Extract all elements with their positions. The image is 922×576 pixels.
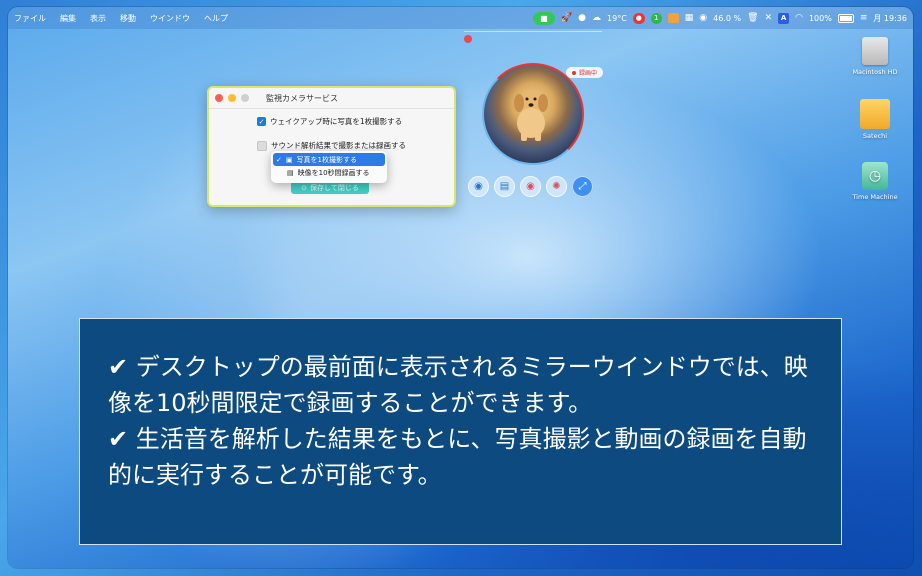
external-drive-icon <box>860 99 890 129</box>
minimize-button[interactable] <box>228 94 236 102</box>
window-title: 監視カメラサービス <box>266 93 338 103</box>
film-button[interactable]: ▤ <box>494 176 515 197</box>
record-dot-icon <box>572 70 576 75</box>
option-sound-label: サウンド解析結果で撮影または録画する <box>271 141 406 150</box>
grid-icon[interactable]: ▦ <box>685 13 694 23</box>
time-machine-icon: ◷ <box>862 162 888 190</box>
snapshot-button[interactable]: ◉ <box>468 176 489 197</box>
menu-window[interactable]: ウインドウ <box>150 13 190 24</box>
battery-percent[interactable]: 100% <box>809 14 832 23</box>
record-button[interactable]: ◉ <box>520 176 541 197</box>
dropdown-item-video-label: 映像を10秒間録画する <box>297 168 370 177</box>
desktop-icon-macintosh-hd[interactable]: Macintosh HD <box>840 37 910 76</box>
caption-line-2: ✔ 生活音を解析した結果をもとに、写真撮影と動画の録画を自動的に実行することが可… <box>108 425 807 489</box>
camera-icon: ▣ <box>285 155 293 164</box>
hard-drive-icon <box>862 37 888 65</box>
battery-icon[interactable] <box>837 13 854 23</box>
checkbox-wakeup[interactable]: ✓ <box>257 117 266 126</box>
camera-controls: ◉ ▤ ◉ ✺ ⤢ <box>468 176 593 197</box>
desktop-icon-time-machine[interactable]: ◷ Time Machine <box>840 162 910 201</box>
option-sound[interactable]: サウンド解析結果で撮影または録画する <box>257 140 406 151</box>
option-wakeup[interactable]: ✓ ウェイクアップ時に写真を1枚撮影する <box>257 116 402 127</box>
divider-line <box>464 31 602 32</box>
facetime-icon[interactable]: ■ <box>532 11 555 25</box>
calendar-icon[interactable] <box>667 13 679 23</box>
recording-status: 録画中 <box>579 70 598 77</box>
record-indicator-dot <box>464 35 472 43</box>
recording-badge: 録画中 <box>566 67 604 78</box>
menu-help[interactable]: ヘルプ <box>204 13 228 24</box>
checkmark-icon: ✓ <box>276 155 282 164</box>
window-titlebar[interactable]: 監視カメラサービス <box>209 88 454 109</box>
zoom-button[interactable] <box>241 94 249 102</box>
camera-settings-window: 監視カメラサービス ✓ ウェイクアップ時に写真を1枚撮影する サウンド解析結果で… <box>207 86 456 207</box>
bulb-icon[interactable]: ● <box>578 13 586 23</box>
feature-caption-box: ✔ デスクトップの最前面に表示されるミラーウインドウでは、映像を10秒間限定で録… <box>79 318 842 545</box>
settings-button[interactable]: ✺ <box>546 176 567 197</box>
save-close-label: 保存して閉じる <box>310 183 359 192</box>
wifi-icon[interactable]: ◠ <box>795 13 803 23</box>
cloud-icon[interactable]: ☁ <box>592 13 601 23</box>
camera-mirror-window[interactable] <box>482 63 584 165</box>
clock[interactable]: 月 19:36 <box>873 13 907 24</box>
tool-icon[interactable]: ✕ <box>765 13 773 23</box>
dog-image <box>514 90 548 141</box>
desktop-icon-satechi[interactable]: Satechi <box>840 99 910 140</box>
dropdown-item-photo[interactable]: ✓ ▣ 写真を1枚撮影する <box>273 153 385 166</box>
caption-line-1: ✔ デスクトップの最前面に表示されるミラーウインドウでは、映像を10秒間限定で録… <box>108 353 808 417</box>
menu-view[interactable]: 表示 <box>90 13 106 24</box>
menu-go[interactable]: 移動 <box>120 13 136 24</box>
desktop-icon-label: Time Machine <box>852 193 898 201</box>
film-icon: ▤ <box>287 168 294 177</box>
menu-file[interactable]: ファイル <box>14 13 46 24</box>
menu-bar: ファイル 編集 表示 移動 ウインドウ ヘルプ ■ 🚀 ● ☁ 19°C ● 1… <box>8 7 913 29</box>
rocket-icon[interactable]: 🚀 <box>561 13 572 23</box>
menu-edit[interactable]: 編集 <box>60 13 76 24</box>
weather-temp[interactable]: 19°C <box>607 14 627 23</box>
desktop-icon-label: Macintosh HD <box>852 68 898 76</box>
notification-icon[interactable]: ● <box>632 12 645 24</box>
input-a-icon[interactable]: A <box>778 12 790 24</box>
badge-count[interactable]: 1 <box>650 12 662 24</box>
checkbox-sound[interactable] <box>257 140 267 151</box>
check-circle-icon: ⊙ <box>301 183 308 192</box>
expand-button[interactable]: ⤢ <box>572 176 593 197</box>
dropdown-item-video[interactable]: ▤ 映像を10秒間録画する <box>273 166 385 179</box>
option-wakeup-label: ウェイクアップ時に写真を1枚撮影する <box>270 117 403 126</box>
storage-icon: ◉ <box>699 12 708 23</box>
close-button[interactable] <box>215 94 223 102</box>
percent-readout[interactable]: 46.0 % <box>713 14 741 23</box>
desktop-icon-label: Satechi <box>862 132 888 140</box>
dropdown-item-photo-label: 写真を1枚撮影する <box>296 155 357 164</box>
action-dropdown-menu[interactable]: ✓ ▣ 写真を1枚撮影する ▤ 映像を10秒間録画する <box>271 151 387 183</box>
control-center-icon[interactable]: ≡ <box>860 13 868 23</box>
trash-icon[interactable]: 🗑 <box>747 13 758 23</box>
